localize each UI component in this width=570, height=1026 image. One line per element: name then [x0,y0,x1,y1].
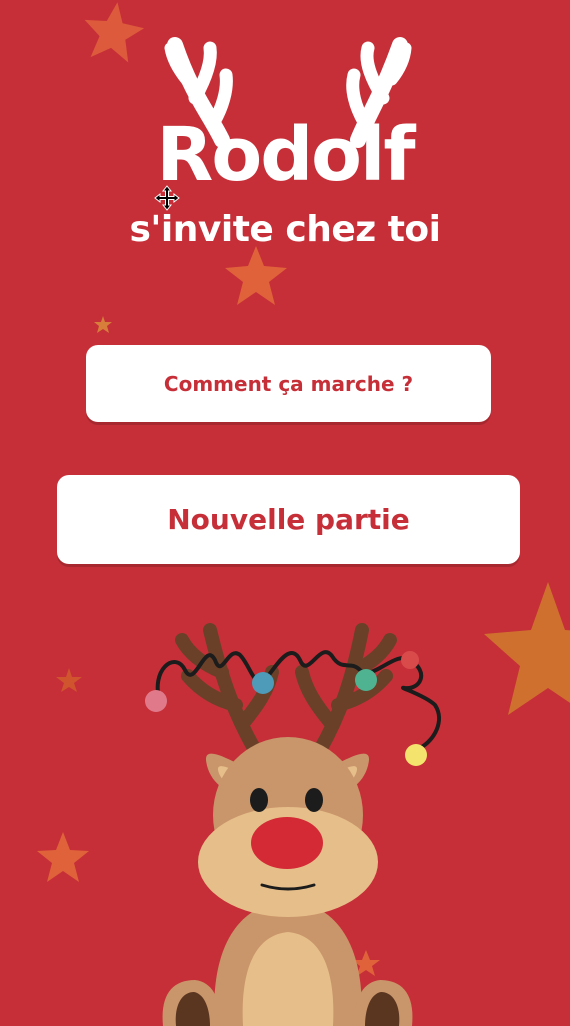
light-bulb [401,651,419,669]
light-bulb [405,744,427,766]
reindeer-antlers [175,623,397,757]
reindeer-eye [305,788,323,812]
reindeer-nose [251,817,323,869]
reindeer-illustration [145,623,441,1026]
light-bulb [145,690,167,712]
reindeer-eye [250,788,268,812]
light-bulb [252,672,274,694]
light-bulb [355,669,377,691]
